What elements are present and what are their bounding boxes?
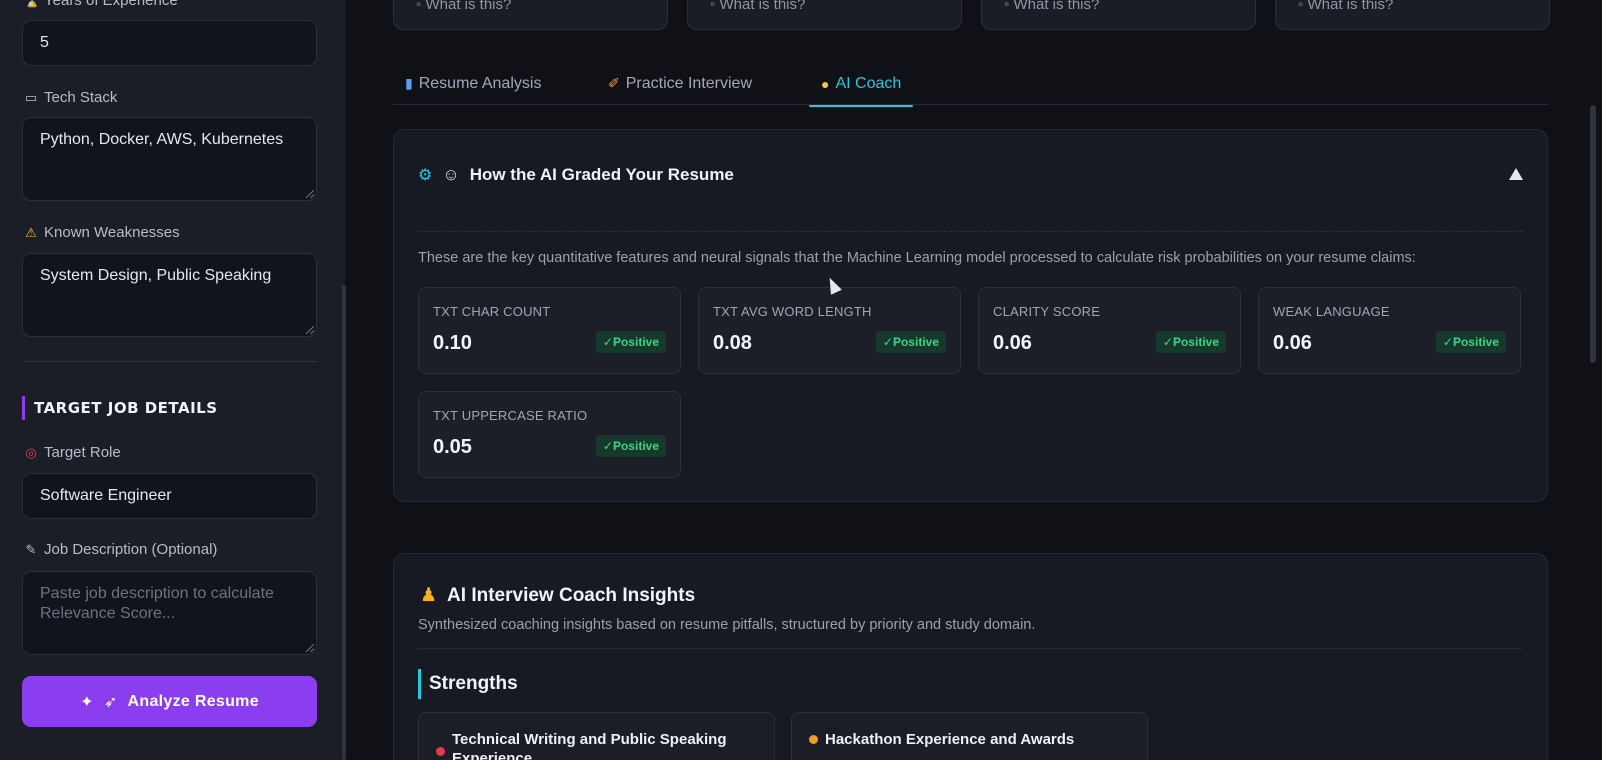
weaknesses-textarea[interactable]: System Design, Public Speaking <box>22 253 317 337</box>
info-card[interactable]: ◦ What is this? <box>1275 0 1550 30</box>
experience-input[interactable]: 5 <box>22 20 317 66</box>
collapse-icon[interactable] <box>1509 168 1523 180</box>
tech-stack-label: ▭ Tech Stack <box>24 89 118 106</box>
metric-card: TXT AVG WORD LENGTH 0.08 ✓Positive <box>698 287 961 374</box>
target-role-input[interactable]: Software Engineer <box>22 473 317 519</box>
positive-badge: ✓Positive <box>595 331 666 353</box>
dashed-divider <box>418 231 1523 232</box>
lightbulb-icon: ● <box>821 75 830 92</box>
main-scrollbar[interactable] <box>1590 105 1596 363</box>
chart-icon: ▮ <box>405 75 413 91</box>
resize-handle[interactable] <box>306 190 314 198</box>
insight-card[interactable]: Hackathon Experience and Awards <box>791 712 1148 760</box>
coach-panel: ♟ AI Interview Coach Insights Synthesize… <box>393 553 1548 760</box>
metric-card: CLARITY SCORE 0.06 ✓Positive <box>978 287 1241 374</box>
grading-description: These are the key quantitative features … <box>418 250 1416 266</box>
coach-divider <box>418 648 1523 649</box>
grading-panel: ⚙ ☺ How the AI Graded Your Resume These … <box>393 129 1548 502</box>
coach-subtitle: Synthesized coaching insights based on r… <box>418 617 1036 633</box>
metric-card: WEAK LANGUAGE 0.06 ✓Positive <box>1258 287 1521 374</box>
positive-badge: ✓Positive <box>1435 331 1506 353</box>
sidebar-scrollbar[interactable] <box>342 285 346 760</box>
experience-label: ⌛ Years of Experience <box>24 0 178 9</box>
section-title: TARGET JOB DETAILS <box>22 396 218 420</box>
metric-card: TXT CHAR COUNT 0.10 ✓Positive <box>418 287 681 374</box>
priority-dot <box>809 735 818 744</box>
rocket-icon: ➶ <box>103 693 118 711</box>
target-role-label: ◎ Target Role <box>25 444 121 461</box>
info-card[interactable]: ◦ What is this? <box>687 0 962 30</box>
resize-handle[interactable] <box>306 644 314 652</box>
priority-dot <box>436 747 445 756</box>
target-icon: ◎ <box>25 444 37 460</box>
chip-icon: ⚙ <box>418 167 433 184</box>
grading-header[interactable]: ⚙ ☺ How the AI Graded Your Resume <box>418 165 734 185</box>
warning-icon: ⚠ <box>25 224 37 240</box>
resize-handle[interactable] <box>306 326 314 334</box>
coach-title: ♟ AI Interview Coach Insights <box>420 584 696 607</box>
tab-bar: ▮ Resume Analysis ✐ Practice Interview ●… <box>393 62 1549 107</box>
sidebar: ⌛ Years of Experience 5 ▭ Tech Stack Pyt… <box>0 0 345 760</box>
strengths-heading: Strengths <box>418 669 518 699</box>
sparkles-icon: ✦ <box>80 693 94 711</box>
metric-card: TXT UPPERCASE RATIO 0.05 ✓Positive <box>418 391 681 478</box>
info-card[interactable]: ◦ What is this? <box>393 0 668 30</box>
tab-resume-analysis[interactable]: ▮ Resume Analysis <box>393 62 553 105</box>
job-description-textarea[interactable]: Paste job description to calculate Relev… <box>22 571 317 655</box>
positive-badge: ✓Positive <box>875 331 946 353</box>
job-description-label: ✎ Job Description (Optional) <box>25 541 218 558</box>
teacher-icon: ♟ <box>420 585 438 606</box>
weaknesses-label: ⚠ Known Weaknesses <box>25 224 180 241</box>
info-card[interactable]: ◦ What is this? <box>981 0 1256 30</box>
tab-ai-coach[interactable]: ● AI Coach <box>809 62 914 107</box>
positive-badge: ✓Positive <box>595 435 666 457</box>
insight-card[interactable]: Technical Writing and Public Speaking Ex… <box>418 712 775 760</box>
memo-icon: ✎ <box>25 541 37 557</box>
robot-icon: ☺ <box>442 165 460 184</box>
laptop-icon: ▭ <box>24 89 38 105</box>
hourglass-icon: ⌛ <box>24 0 41 8</box>
microphone-icon: ✐ <box>608 75 620 91</box>
tech-stack-textarea[interactable]: Python, Docker, AWS, Kubernetes <box>22 117 317 201</box>
positive-badge: ✓Positive <box>1155 331 1226 353</box>
sidebar-divider <box>22 361 317 362</box>
analyze-resume-button[interactable]: ✦ ➶ Analyze Resume <box>22 676 317 727</box>
tab-practice-interview[interactable]: ✐ Practice Interview <box>596 62 764 105</box>
